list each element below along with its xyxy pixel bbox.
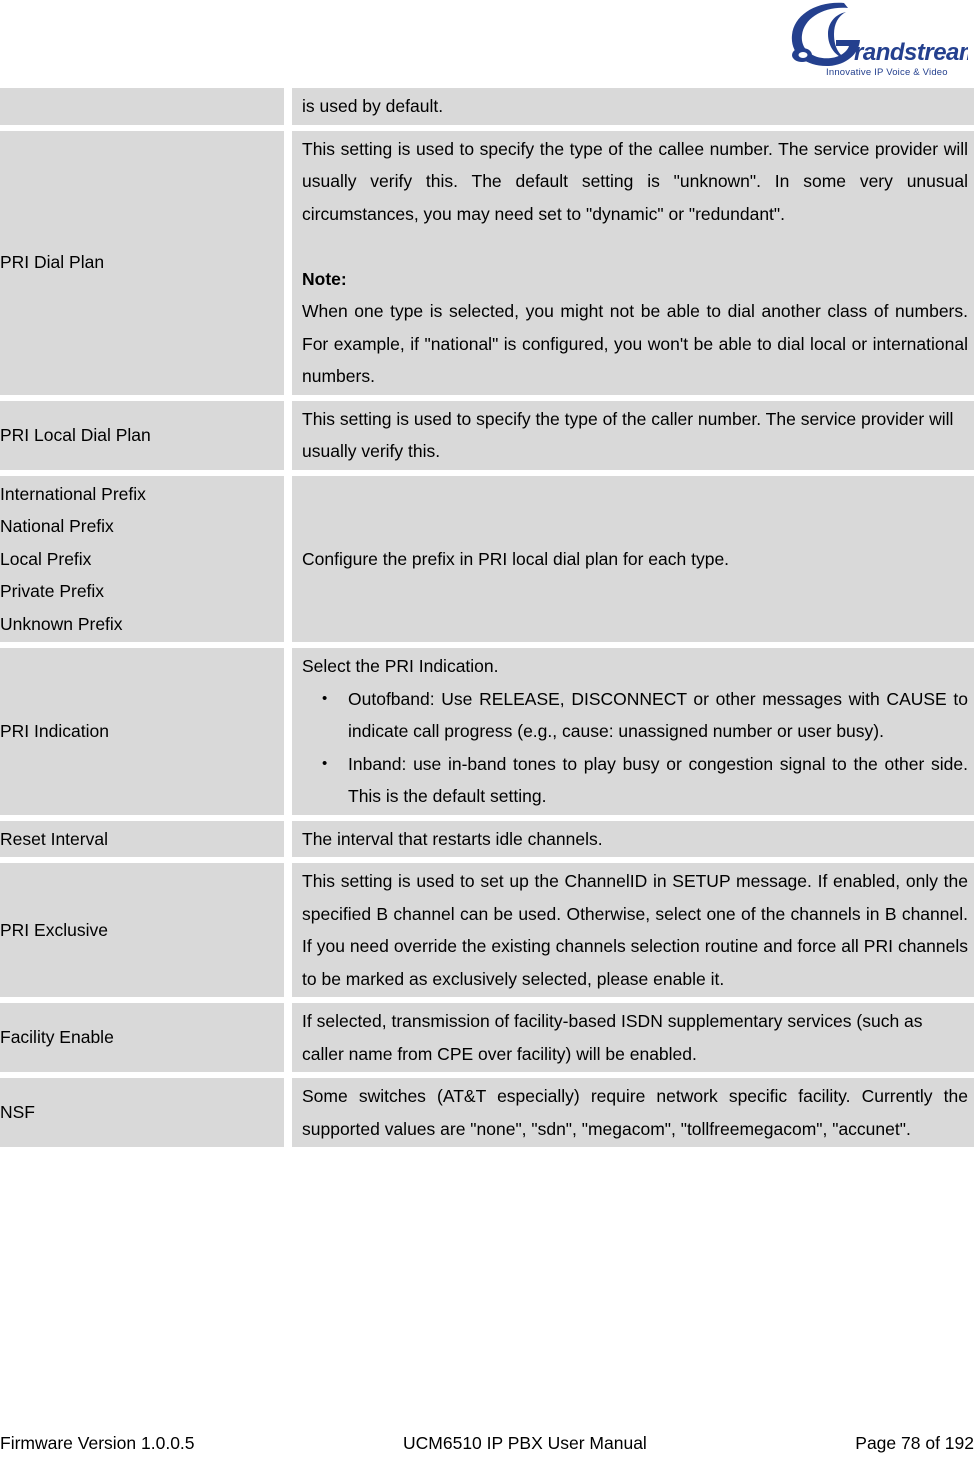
row-label-line: Unknown Prefix [0, 613, 123, 634]
row-label-cell [0, 88, 284, 125]
table-row: PRI Local Dial Plan This setting is used… [0, 400, 974, 470]
row-label-line: Private Prefix [0, 581, 105, 601]
settings-description-table: is used by default. PRI Dial Plan This s… [0, 82, 974, 1153]
table-row: PRI Indication Select the PRI Indication… [0, 648, 974, 815]
row-label: PRI Dial Plan [0, 252, 105, 273]
list-item: Inband: use in-band tones to play busy o… [322, 748, 968, 813]
table-row: Reset Interval The interval that restart… [0, 820, 974, 857]
row-label: PRI Local Dial Plan [0, 424, 151, 445]
table-row: NSF Some switches (AT&T especially) requ… [0, 1078, 974, 1147]
description-paragraph: This setting is used to specify the type… [302, 408, 954, 462]
row-label-cell: PRI Local Dial Plan [0, 400, 284, 470]
row-description-cell: The interval that restarts idle channels… [292, 820, 974, 857]
row-description-cell: This setting is used to specify the type… [292, 130, 974, 395]
grandstream-logo: randstream Innovative IP Voice & Video [776, 2, 968, 80]
description-paragraph: This setting is used to set up the Chann… [302, 871, 968, 989]
row-label-cell: PRI Exclusive [0, 863, 284, 997]
description-paragraph: If selected, transmission of facility-ba… [302, 1011, 923, 1064]
row-description-cell: This setting is used to specify the type… [292, 400, 974, 470]
row-label-line: International Prefix [0, 483, 146, 504]
description-paragraph: Configure the prefix in PRI local dial p… [302, 548, 730, 569]
footer-manual-title: UCM6510 IP PBX User Manual [403, 1433, 647, 1453]
note-heading: Note: [302, 268, 347, 289]
row-description-cell: This setting is used to set up the Chann… [292, 863, 974, 997]
table-row: PRI Dial Plan This setting is used to sp… [0, 130, 974, 395]
row-label-cell: NSF [0, 1078, 284, 1147]
description-paragraph: is used by default. [302, 96, 444, 116]
footer-firmware-version: Firmware Version 1.0.0.5 [0, 1433, 195, 1453]
table-row: International Prefix National Prefix Loc… [0, 475, 974, 642]
table-row: is used by default. [0, 88, 974, 125]
page-header: randstream Innovative IP Voice & Video [0, 0, 974, 88]
row-label-cell: PRI Dial Plan [0, 130, 284, 395]
row-description-cell: Some switches (AT&T especially) require … [292, 1078, 974, 1147]
table-row: Facility Enable If selected, transmissio… [0, 1003, 974, 1072]
footer-page-number: Page 78 of 192 [855, 1433, 974, 1453]
page-footer: Firmware Version 1.0.0.5 UCM6510 IP PBX … [0, 1433, 974, 1454]
svg-text:randstream: randstream [854, 39, 968, 66]
description-paragraph: Some switches (AT&T especially) require … [302, 1086, 968, 1139]
row-label-line: National Prefix [0, 516, 114, 536]
description-paragraph: The interval that restarts idle channels… [302, 828, 603, 849]
table-body: is used by default. PRI Dial Plan This s… [0, 88, 974, 1147]
row-label: Facility Enable [0, 1027, 114, 1048]
list-item: Outofband: Use RELEASE, DISCONNECT or ot… [322, 683, 968, 748]
row-label: Reset Interval [0, 828, 108, 849]
row-label-line: Local Prefix [0, 548, 92, 569]
svg-text:Innovative IP Voice & Video: Innovative IP Voice & Video [826, 67, 948, 78]
row-label: PRI Indication [0, 721, 109, 741]
description-paragraph: This setting is used to specify the type… [302, 138, 968, 224]
row-label: PRI Exclusive [0, 919, 108, 940]
description-paragraph: When one type is selected, you might not… [302, 301, 968, 386]
row-label: NSF [0, 1102, 35, 1123]
description-spacer [302, 230, 968, 263]
description-bullet-list: Outofband: Use RELEASE, DISCONNECT or ot… [302, 683, 968, 813]
row-label-cell: Reset Interval [0, 820, 284, 857]
row-description-cell: Configure the prefix in PRI local dial p… [292, 475, 974, 642]
grandstream-logo-icon: randstream Innovative IP Voice & Video [791, 2, 968, 78]
row-label-cell: Facility Enable [0, 1003, 284, 1072]
table-row: PRI Exclusive This setting is used to se… [0, 863, 974, 997]
row-label-cell: PRI Indication [0, 648, 284, 815]
row-description-cell: If selected, transmission of facility-ba… [292, 1003, 974, 1072]
description-paragraph: Select the PRI Indication. [302, 656, 499, 676]
row-description-cell: Select the PRI Indication. Outofband: Us… [292, 648, 974, 815]
row-label-cell: International Prefix National Prefix Loc… [0, 475, 284, 642]
row-description-cell: is used by default. [292, 88, 974, 125]
